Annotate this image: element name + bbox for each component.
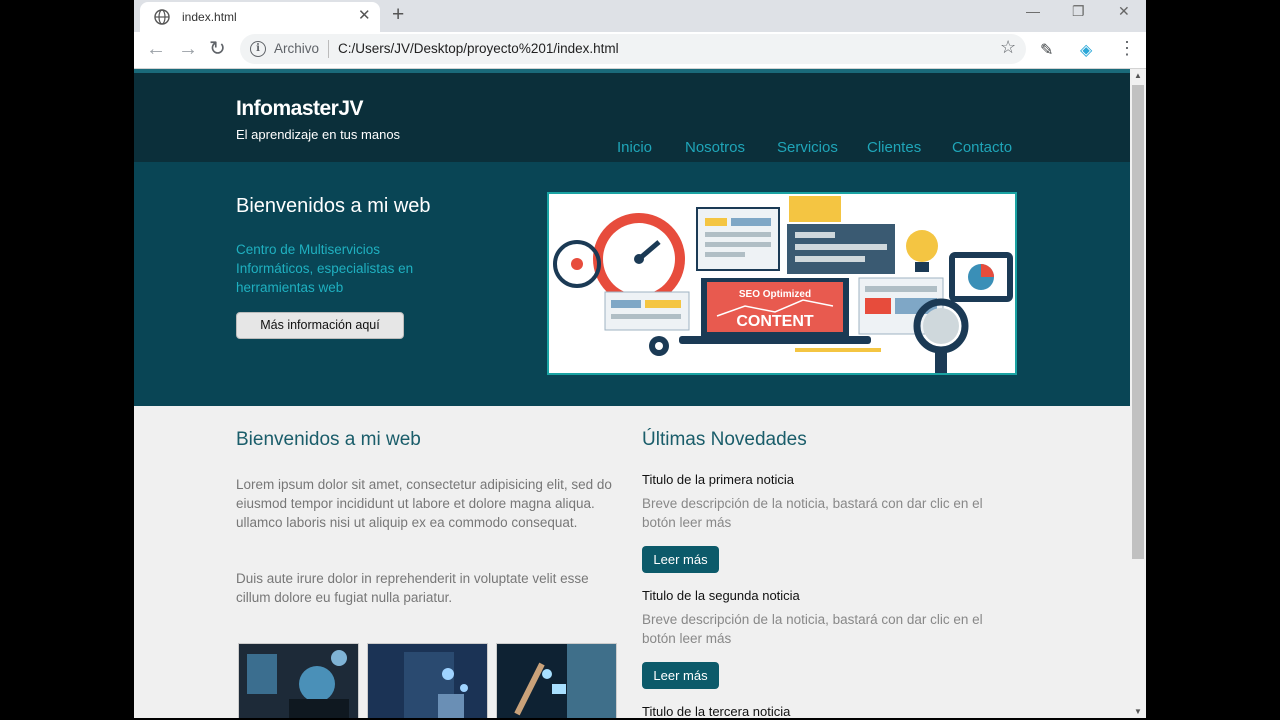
nav-servicios[interactable]: Servicios bbox=[777, 139, 838, 156]
read-more-button[interactable]: Leer más bbox=[642, 662, 719, 689]
page-scrollbar[interactable]: ▲ ▼ bbox=[1130, 69, 1146, 718]
nav-contacto[interactable]: Contacto bbox=[952, 139, 1012, 156]
tab-strip: index.html ✕ + — ❐ ✕ bbox=[134, 0, 1146, 32]
menu-icon[interactable]: ⋮ bbox=[1118, 37, 1136, 59]
minimize-icon[interactable]: — bbox=[1026, 3, 1040, 19]
scroll-down-icon[interactable]: ▼ bbox=[1134, 707, 1142, 716]
site-logo[interactable]: InfomasterJV bbox=[236, 97, 364, 121]
news-title: Últimas Novedades bbox=[642, 429, 807, 450]
star-icon[interactable]: ☆ bbox=[1000, 37, 1016, 58]
scroll-up-icon[interactable]: ▲ bbox=[1134, 71, 1142, 80]
globe-icon bbox=[154, 9, 170, 25]
window-close-icon[interactable]: ✕ bbox=[1118, 3, 1130, 20]
seo-illustration: SEO Optimized CONTENT bbox=[553, 196, 1013, 373]
site-tagline: El aprendizaje en tus manos bbox=[236, 127, 401, 142]
site-header: InfomasterJV El aprendizaje en tus manos… bbox=[134, 69, 1130, 162]
extension-icon[interactable]: ◈ bbox=[1080, 40, 1092, 60]
hero-illustration: SEO Optimized CONTENT bbox=[547, 192, 1017, 375]
hero-text: Centro de Multiservicios Informáticos, e… bbox=[236, 242, 414, 295]
nav-nosotros[interactable]: Nosotros bbox=[685, 139, 745, 156]
read-more-button[interactable]: Leer más bbox=[642, 546, 719, 573]
forward-icon[interactable]: → bbox=[178, 36, 198, 62]
browser-window: index.html ✕ + — ❐ ✕ ← → ↻ i Archivo C:/… bbox=[134, 0, 1146, 718]
page-viewport: InfomasterJV El aprendizaje en tus manos… bbox=[134, 69, 1130, 718]
info-icon[interactable]: i bbox=[250, 41, 266, 57]
tab-title: index.html bbox=[182, 10, 237, 24]
hero-banner: Bienvenidos a mi web Centro de Multiserv… bbox=[134, 162, 1130, 406]
nav-clientes[interactable]: Clientes bbox=[867, 139, 921, 156]
hero-title: Bienvenidos a mi web bbox=[236, 195, 431, 217]
news-item-title: Titulo de la primera noticia bbox=[642, 472, 794, 487]
browser-tab[interactable]: index.html ✕ bbox=[140, 2, 380, 32]
welcome-paragraph-2: Duis aute irure dolor in reprehenderit i… bbox=[236, 571, 589, 605]
welcome-paragraph-1: Lorem ipsum dolor sit amet, consectetur … bbox=[236, 477, 612, 530]
news-item-desc: Breve descripción de la noticia, bastará… bbox=[642, 612, 983, 646]
omnibox-label: Archivo bbox=[274, 41, 320, 56]
url-text[interactable]: C:/Users/JV/Desktop/proyecto%201/index.h… bbox=[338, 41, 619, 56]
news-item-title: Titulo de la tercera noticia bbox=[642, 704, 791, 718]
close-icon[interactable]: ✕ bbox=[358, 8, 371, 24]
browser-toolbar: ← → ↻ i Archivo C:/Users/JV/Desktop/proy… bbox=[134, 32, 1146, 69]
omnibox-divider bbox=[328, 40, 329, 58]
gallery-image[interactable] bbox=[367, 643, 488, 718]
plus-icon[interactable]: + bbox=[392, 3, 404, 27]
extension-icon[interactable]: ✎ bbox=[1040, 40, 1053, 60]
reload-icon[interactable]: ↻ bbox=[209, 36, 226, 62]
restore-icon[interactable]: ❐ bbox=[1072, 3, 1085, 20]
illustration-title: CONTENT bbox=[736, 313, 814, 330]
news-item-title: Titulo de la segunda noticia bbox=[642, 588, 800, 603]
gallery-image[interactable] bbox=[238, 643, 359, 718]
illustration-subtitle: SEO Optimized bbox=[739, 289, 811, 300]
welcome-title: Bienvenidos a mi web bbox=[236, 429, 421, 450]
news-item-desc: Breve descripción de la noticia, bastará… bbox=[642, 496, 983, 530]
back-icon[interactable]: ← bbox=[146, 36, 166, 62]
address-bar[interactable]: i Archivo C:/Users/JV/Desktop/proyecto%2… bbox=[240, 34, 1026, 64]
more-info-button[interactable]: Más información aquí bbox=[236, 312, 404, 339]
nav-inicio[interactable]: Inicio bbox=[617, 139, 652, 156]
scrollbar-thumb[interactable] bbox=[1132, 85, 1144, 559]
gallery-image[interactable] bbox=[496, 643, 617, 718]
